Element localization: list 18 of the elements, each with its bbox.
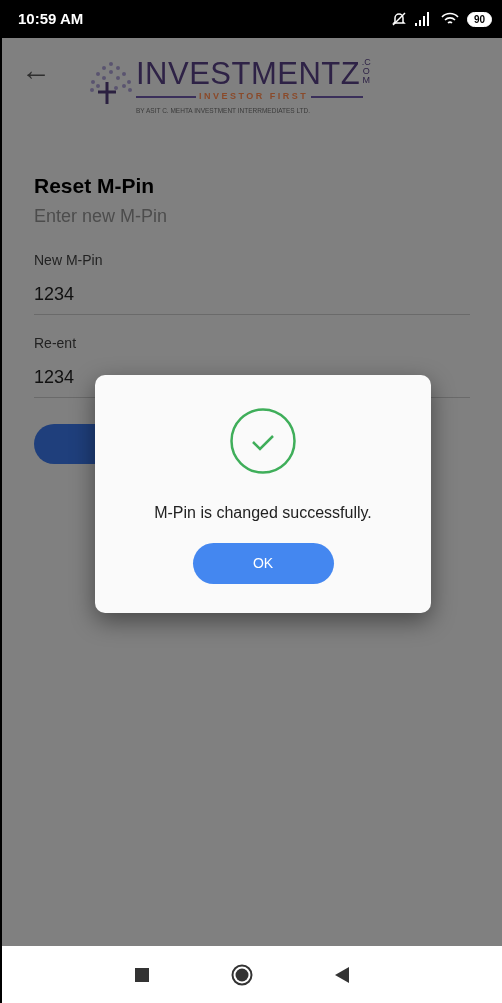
logo-suffix: .COM xyxy=(361,58,372,85)
field-label: Re-ent xyxy=(34,334,78,354)
battery-icon: 90 xyxy=(466,11,492,27)
dialog-message: M-Pin is changed successfully. xyxy=(154,503,372,523)
back-button[interactable]: ← xyxy=(20,58,52,82)
back-nav-icon[interactable] xyxy=(335,966,349,983)
page-title: Reset M-Pin xyxy=(34,173,156,200)
status-time: 10:59 AM xyxy=(18,8,84,29)
success-check-icon xyxy=(230,408,296,474)
logo-wordmark: INVESTMENTZ xyxy=(136,58,361,90)
bell-off-icon xyxy=(390,11,407,27)
pin-input-field[interactable]: 1234 xyxy=(34,281,470,316)
square-nav-icon[interactable] xyxy=(135,967,149,982)
ok-button[interactable]: OK xyxy=(192,543,334,584)
wifi-icon xyxy=(440,12,459,26)
field-label: New M-Pin xyxy=(34,251,104,271)
home-nav-icon[interactable] xyxy=(231,963,253,986)
logo-tagline: INVESTOR FIRST xyxy=(199,90,309,103)
